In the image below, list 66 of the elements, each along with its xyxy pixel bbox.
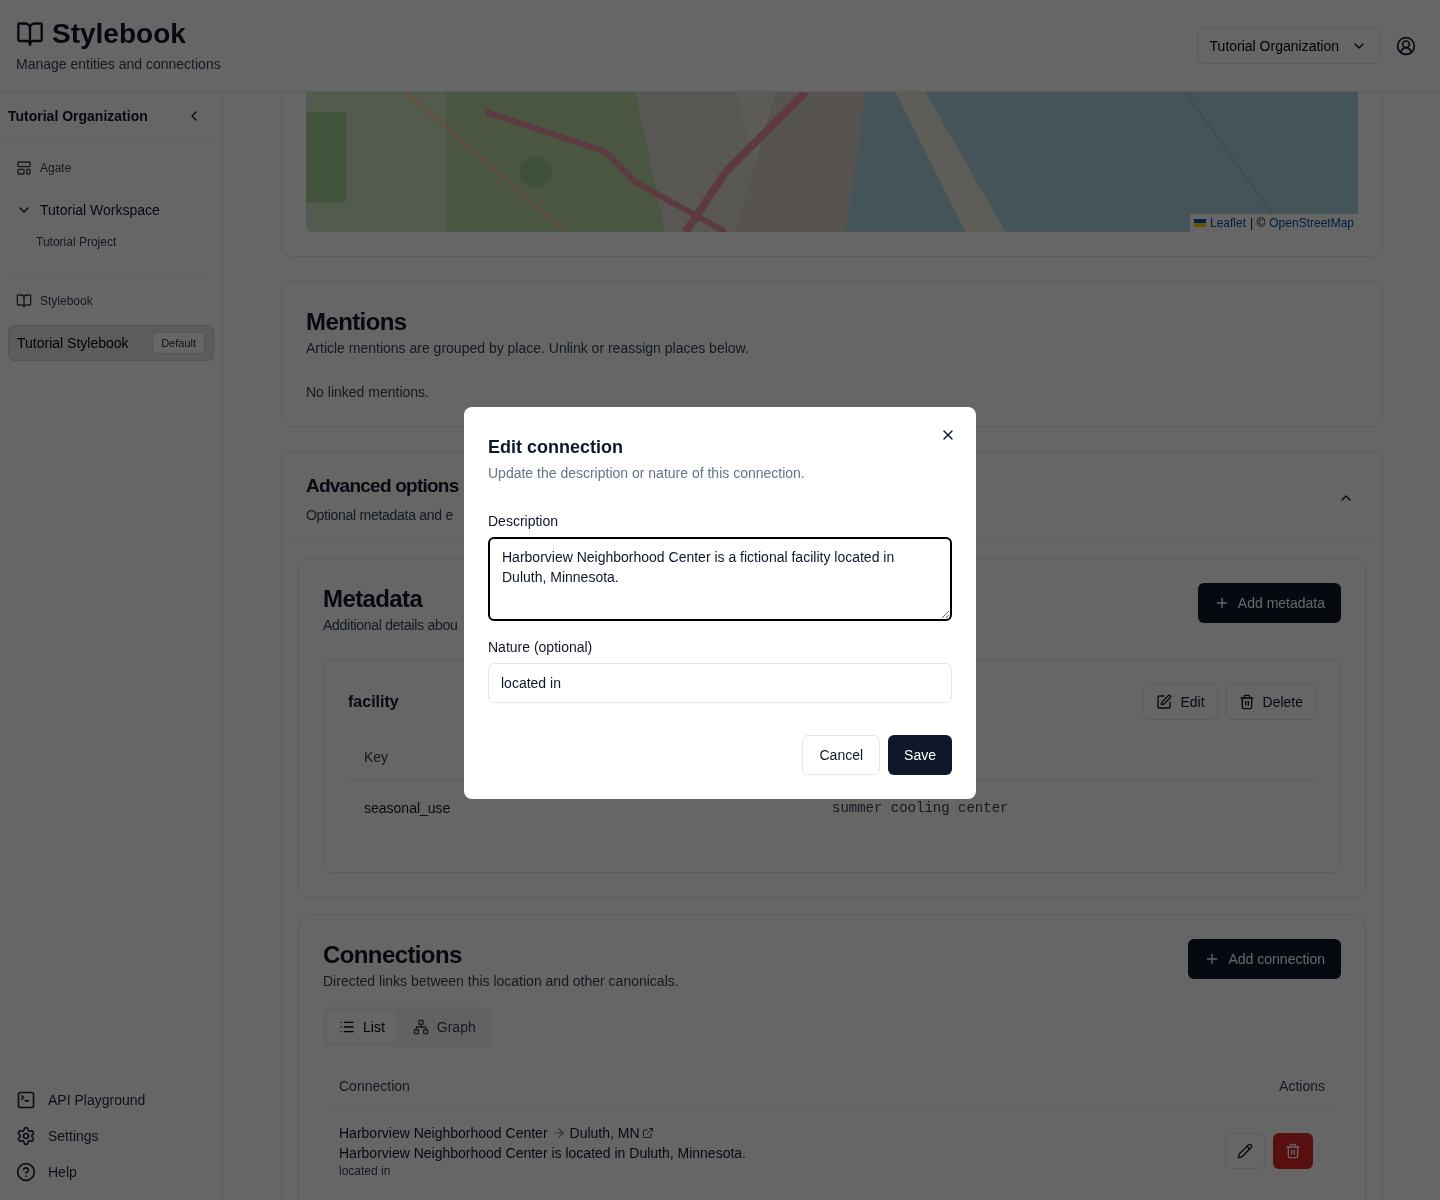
field-label: Description (488, 512, 560, 531)
cancel-button[interactable]: Cancel (802, 735, 881, 775)
section-subtitle: Article mentions are grouped by place. Unlink or reassign places below. (306, 339, 750, 358)
stylebook-item[interactable]: Tutorial Stylebook Default (8, 325, 214, 361)
flag-icon (1193, 219, 1206, 227)
save-button[interactable]: Save (888, 735, 952, 775)
column-header: Connection (339, 1077, 410, 1096)
group-name: facility (348, 691, 399, 712)
workspace-item[interactable]: Tutorial Workspace (0, 196, 222, 224)
leaflet-link[interactable]: Leaflet (1209, 214, 1246, 232)
section-label: Agate (40, 160, 72, 176)
section-subtitle: Directed links between this location and other canonicals. (323, 971, 679, 991)
delete-button[interactable] (1273, 1132, 1313, 1169)
default-badge: Default (152, 331, 205, 355)
edit-icon (1156, 693, 1173, 710)
view-tab[interactable]: List (327, 1010, 397, 1043)
section-title: Advanced options (306, 474, 459, 498)
connection-nature: located in (339, 1162, 392, 1179)
trash-icon (1285, 1142, 1301, 1159)
edit-button[interactable]: Edit (1143, 683, 1218, 720)
section-subtitle: Optional metadata and e (306, 505, 454, 525)
terminal-icon (16, 1090, 36, 1110)
add-metadata-button[interactable]: Add metadata (1197, 582, 1341, 623)
section-subtitle: Additional details abou (323, 615, 458, 635)
section-title: Mentions (306, 307, 408, 337)
app-subtitle: Manage entities and connections (16, 55, 221, 74)
book-icon (16, 293, 32, 309)
trash-icon (1238, 693, 1255, 710)
arrow-icon (551, 1125, 566, 1140)
edit-button[interactable] (1225, 1132, 1265, 1169)
sidebar-link[interactable]: Help (16, 1160, 206, 1184)
pencil-icon (1237, 1142, 1253, 1159)
connection-description: Harborview Neighborhood Center is located in Duluth, Minnesota. (339, 1143, 746, 1163)
settings-icon (16, 1126, 36, 1146)
project-item[interactable]: Tutorial Project (0, 228, 222, 256)
add-connection-button[interactable]: Add connection (1188, 938, 1341, 979)
book-icon (16, 20, 44, 48)
table-cell-text: summer cooling center (832, 798, 1010, 818)
column-header: Key (364, 748, 389, 767)
app-title: Stylebook (52, 18, 186, 50)
connection-source: Harborview Neighborhood Center (339, 1123, 548, 1143)
delete-button[interactable]: Delete (1225, 683, 1316, 720)
dialog-title: Edit connection (488, 436, 624, 459)
user-icon (1396, 36, 1416, 56)
connection-target-link[interactable]: Duluth, MN (569, 1122, 654, 1143)
table-cell-text: seasonal_use (364, 798, 452, 818)
section-title: Connections (323, 939, 463, 970)
empty-message: No linked mentions. (306, 383, 430, 402)
help-icon (16, 1162, 36, 1182)
organization-name: Tutorial Organization (8, 106, 148, 126)
section-title: Metadata (323, 583, 424, 614)
graph-icon (412, 1018, 429, 1035)
description-field[interactable]: Harborview Neighborhood Center is a fictional facility located in Duluth, Minnesota. (488, 537, 952, 621)
layout-icon (16, 160, 32, 176)
column-header: Actions (1279, 1077, 1325, 1096)
field-label: Nature (optional) (488, 638, 594, 657)
attribution-separator: | © (1250, 215, 1266, 232)
dialog-subtitle: Update the description or nature of this connection. (488, 464, 806, 483)
sidebar-link[interactable]: Settings (16, 1124, 206, 1148)
organization-select[interactable]: Tutorial Organization (1196, 28, 1380, 64)
nature-field[interactable]: located in (488, 663, 952, 703)
external-link-icon (641, 1126, 654, 1139)
section-label: Stylebook (40, 293, 93, 309)
view-tab[interactable]: Graph (400, 1010, 488, 1043)
openstreetmap-link[interactable]: OpenStreetMap (1269, 214, 1354, 232)
sidebar-link[interactable]: API Playground (16, 1088, 206, 1112)
